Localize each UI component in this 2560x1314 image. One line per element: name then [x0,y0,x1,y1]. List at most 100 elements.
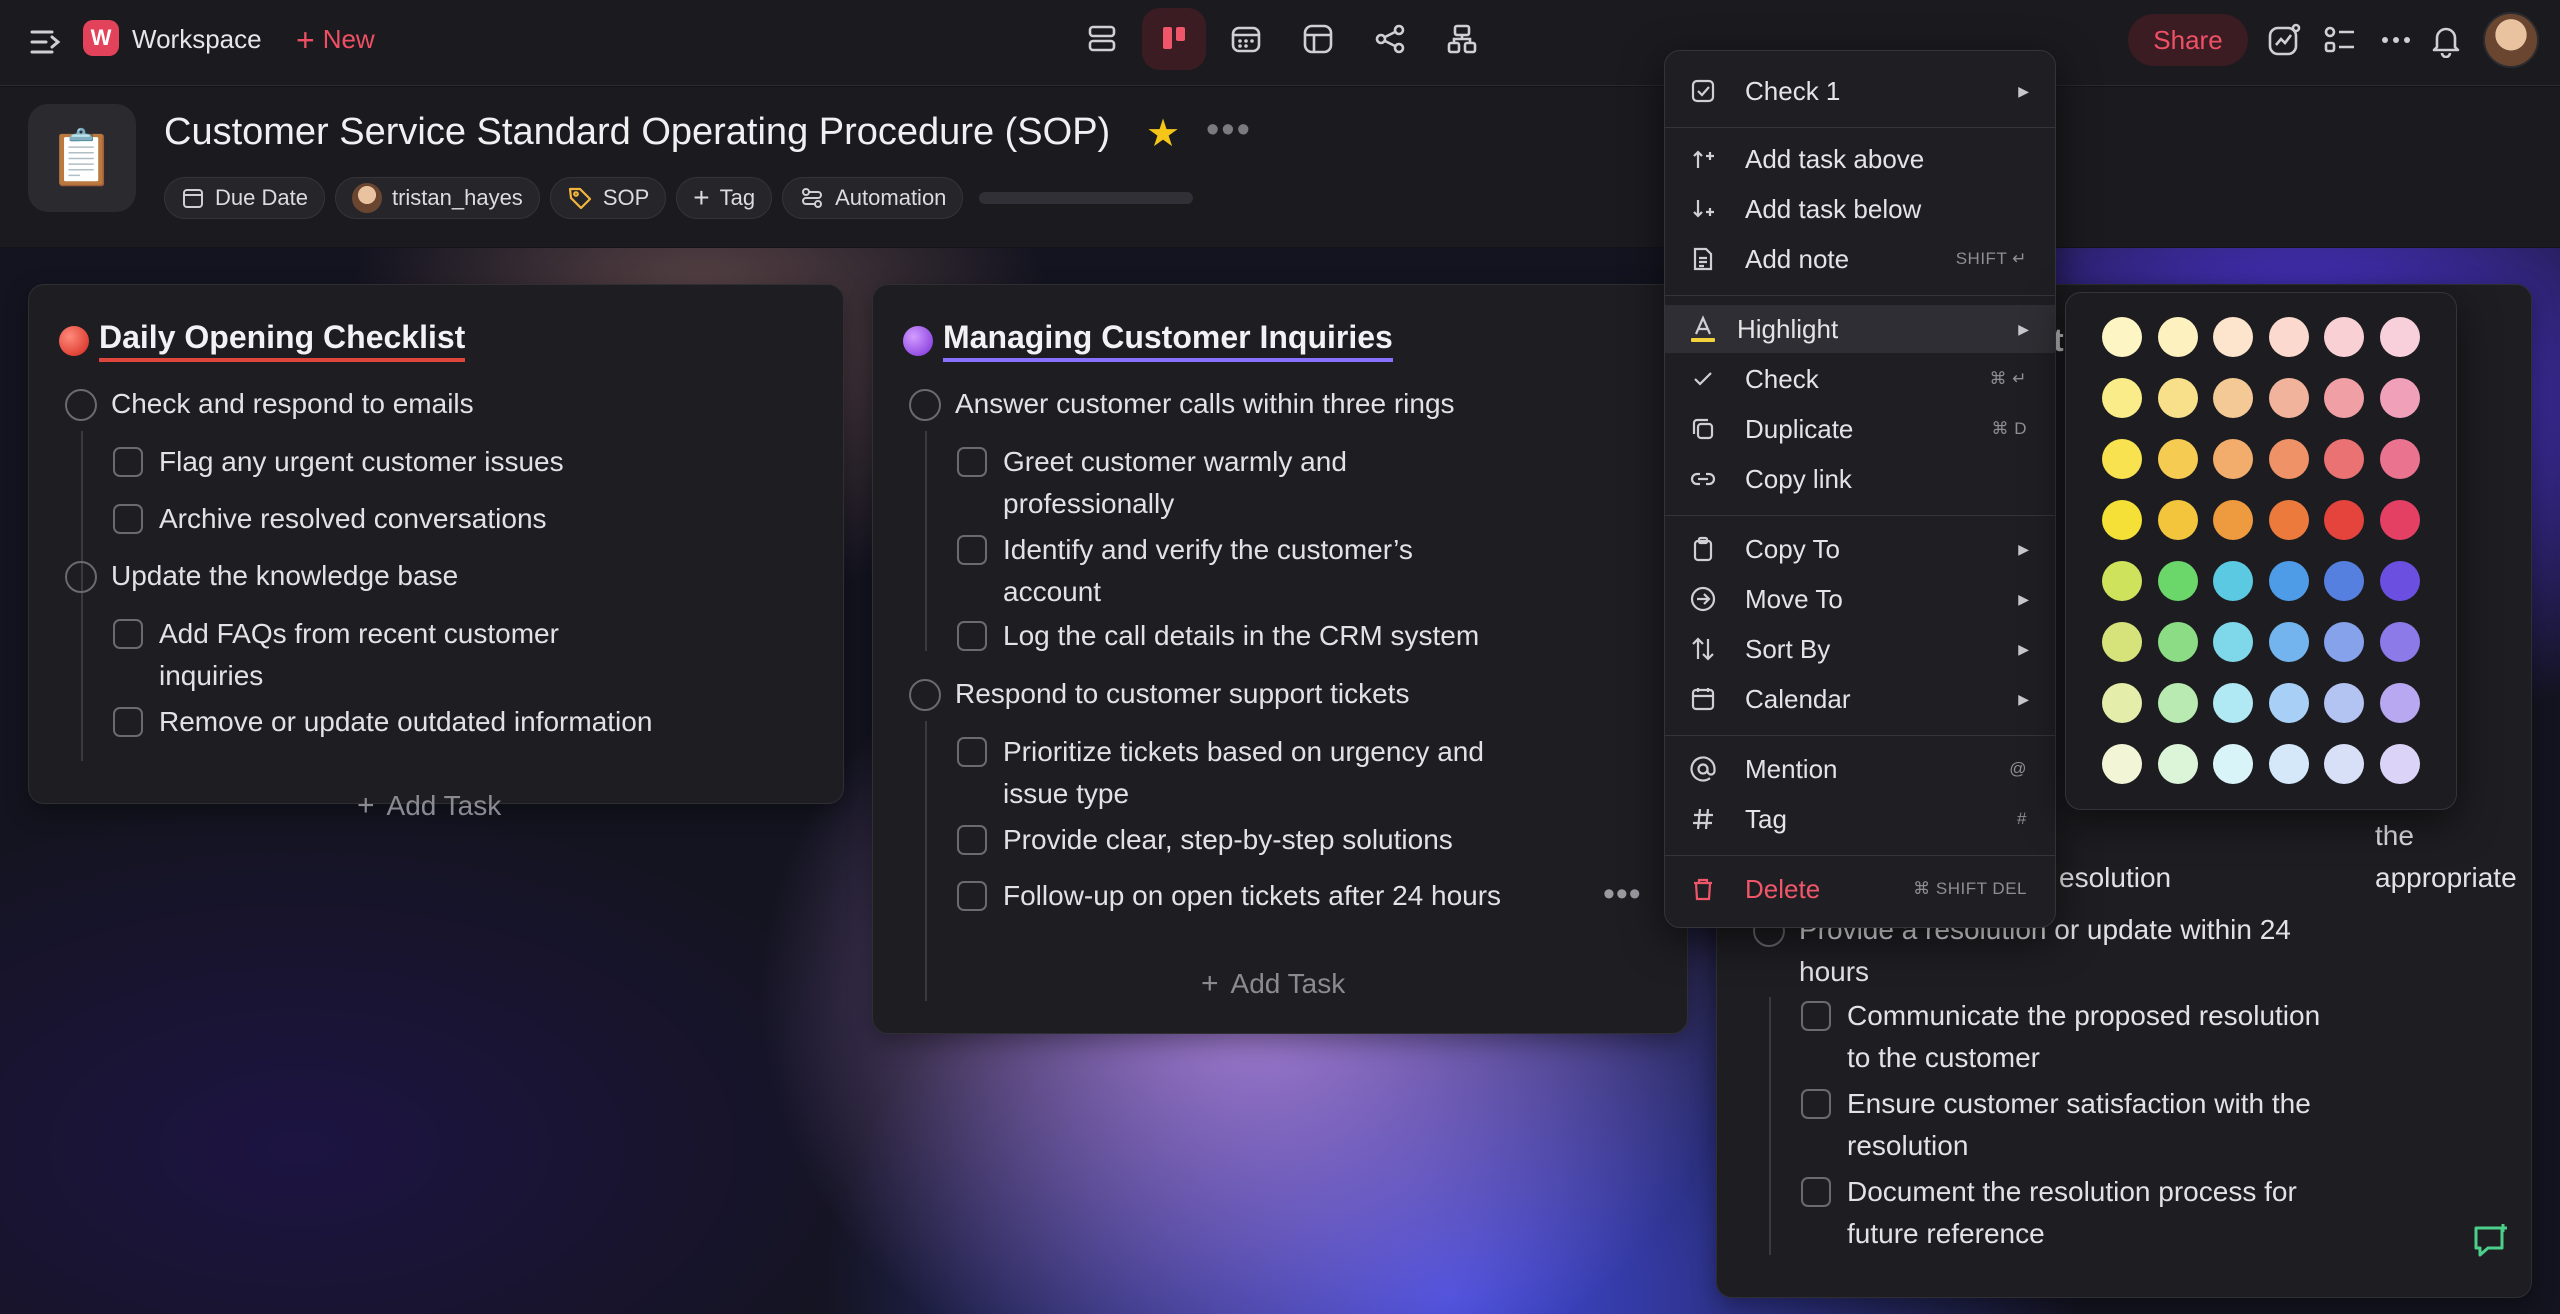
color-swatch[interactable] [2213,683,2253,723]
task-more-icon[interactable]: ••• [1603,875,1642,914]
tag-chip-sop[interactable]: SOP [549,177,667,219]
color-swatch[interactable] [2157,378,2198,418]
subtask-checkbox[interactable] [957,621,987,651]
color-swatch[interactable] [2102,683,2142,723]
subtask-text[interactable]: issue type [1003,773,1129,815]
subtask-text[interactable]: Prioritize tickets based on urgency and [1003,731,1484,773]
card-title[interactable]: Managing Customer Inquiries [903,319,1393,362]
color-swatch[interactable] [2157,561,2198,601]
clipboard-emoji-icon[interactable]: 📋 [28,104,136,212]
color-swatch[interactable] [2157,622,2198,662]
color-swatch[interactable] [2268,683,2309,723]
color-swatch[interactable] [2324,683,2364,723]
subtask-text[interactable]: inquiries [159,655,263,697]
subtask-text[interactable]: the appropriate [2375,815,2531,899]
star-icon[interactable]: ★ [1146,111,1180,156]
workspace-logo[interactable]: W [83,20,119,56]
subtask-text[interactable]: Flag any urgent customer issues [159,441,564,483]
tasks-icon[interactable] [2320,20,2360,60]
color-swatch[interactable] [2268,500,2309,540]
card-title[interactable]: Daily Opening Checklist [59,319,466,362]
color-swatch[interactable] [2213,439,2253,479]
color-swatch[interactable] [2268,317,2309,357]
color-swatch[interactable] [2379,317,2420,357]
color-swatch[interactable] [2102,317,2142,357]
subtask-text[interactable]: Follow-up on open tickets after 24 hours [1003,875,1501,917]
subtask-checkbox[interactable] [113,504,143,534]
menu-item-copy-to[interactable]: Copy To ▶ [1665,525,2055,573]
task-circle[interactable] [909,389,941,421]
automation-chip[interactable]: Automation [782,177,964,219]
color-swatch[interactable] [2268,622,2309,662]
add-tag-chip[interactable]: + Tag [676,177,773,219]
subtask-text[interactable]: Remove or update outdated information [159,701,652,743]
add-task-button[interactable]: + Add Task [357,789,501,823]
workspace-name[interactable]: Workspace [132,24,262,55]
menu-item-sort-by[interactable]: Sort By ▶ [1665,625,2055,673]
color-swatch[interactable] [2324,500,2364,540]
color-swatch[interactable] [2213,500,2253,540]
share-button[interactable]: Share [2128,14,2248,66]
color-swatch[interactable] [2157,500,2198,540]
subtask-text[interactable]: Identify and verify the customer’s [1003,529,1413,571]
menu-item-add-note[interactable]: Add note SHIFT ↵ [1665,235,2055,283]
color-swatch[interactable] [2157,683,2198,723]
subtask-text[interactable]: Document the resolution process for [1847,1171,2297,1213]
subtask-checkbox[interactable] [1801,1001,1831,1031]
assignee-chip[interactable]: tristan_hayes [334,177,540,219]
menu-item-move-to[interactable]: Move To ▶ [1665,575,2055,623]
subtask-text[interactable]: Greet customer warmly and [1003,441,1347,483]
task-text[interactable]: Respond to customer support tickets [955,673,1409,715]
color-swatch[interactable] [2102,439,2142,479]
subtask-text[interactable]: to the customer [1847,1037,2040,1079]
subtask-text[interactable]: Archive resolved conversations [159,498,547,540]
color-swatch[interactable] [2268,744,2309,784]
color-swatch[interactable] [2324,378,2364,418]
board-view-icon[interactable] [1142,8,1206,70]
color-swatch[interactable] [2324,561,2364,601]
menu-item-mention[interactable]: Mention @ [1665,745,2055,793]
task-circle[interactable] [65,389,97,421]
color-swatch[interactable] [2268,439,2309,479]
color-swatch[interactable] [2102,744,2142,784]
task-circle[interactable] [65,561,97,593]
subtask-checkbox[interactable] [1801,1177,1831,1207]
color-swatch[interactable] [2213,622,2253,662]
table-view-icon[interactable] [1286,8,1350,70]
color-swatch[interactable] [2379,500,2420,540]
subtask-checkbox[interactable] [113,707,143,737]
title-more-icon[interactable]: ••• [1206,109,1252,152]
subtask-text[interactable]: future reference [1847,1213,2045,1255]
subtask-text[interactable]: resolution [1847,1125,1968,1167]
bell-icon[interactable] [2426,20,2466,60]
color-swatch[interactable] [2213,561,2253,601]
subtask-text[interactable]: account [1003,571,1101,613]
color-swatch[interactable] [2379,378,2420,418]
menu-item-copy-link[interactable]: Copy link [1665,455,2055,503]
color-swatch[interactable] [2268,378,2309,418]
subtask-text[interactable]: Add FAQs from recent customer [159,613,559,655]
color-swatch[interactable] [2102,378,2142,418]
color-swatch[interactable] [2379,683,2420,723]
color-swatch[interactable] [2157,317,2198,357]
color-swatch[interactable] [2379,439,2420,479]
color-swatch[interactable] [2102,561,2142,601]
subtask-checkbox[interactable] [957,825,987,855]
color-swatch[interactable] [2213,378,2253,418]
task-text[interactable]: hours [1799,951,1869,993]
calendar-view-icon[interactable] [1214,8,1278,70]
task-text[interactable]: Check and respond to emails [111,383,474,425]
subtask-checkbox[interactable] [957,447,987,477]
color-swatch[interactable] [2324,317,2364,357]
subtask-text[interactable]: Log the call details in the CRM system [1003,615,1479,657]
subtask-checkbox[interactable] [957,535,987,565]
page-title[interactable]: Customer Service Standard Operating Proc… [164,111,1110,154]
subtask-checkbox[interactable] [113,619,143,649]
menu-item-add-task-above[interactable]: Add task above [1665,135,2055,183]
color-swatch[interactable] [2213,744,2253,784]
due-date-chip[interactable]: Due Date [164,177,325,219]
color-swatch[interactable] [2379,561,2420,601]
color-swatch[interactable] [2213,317,2253,357]
subtask-checkbox[interactable] [957,737,987,767]
menu-item-check[interactable]: Check ⌘ ↵ [1665,355,2055,403]
